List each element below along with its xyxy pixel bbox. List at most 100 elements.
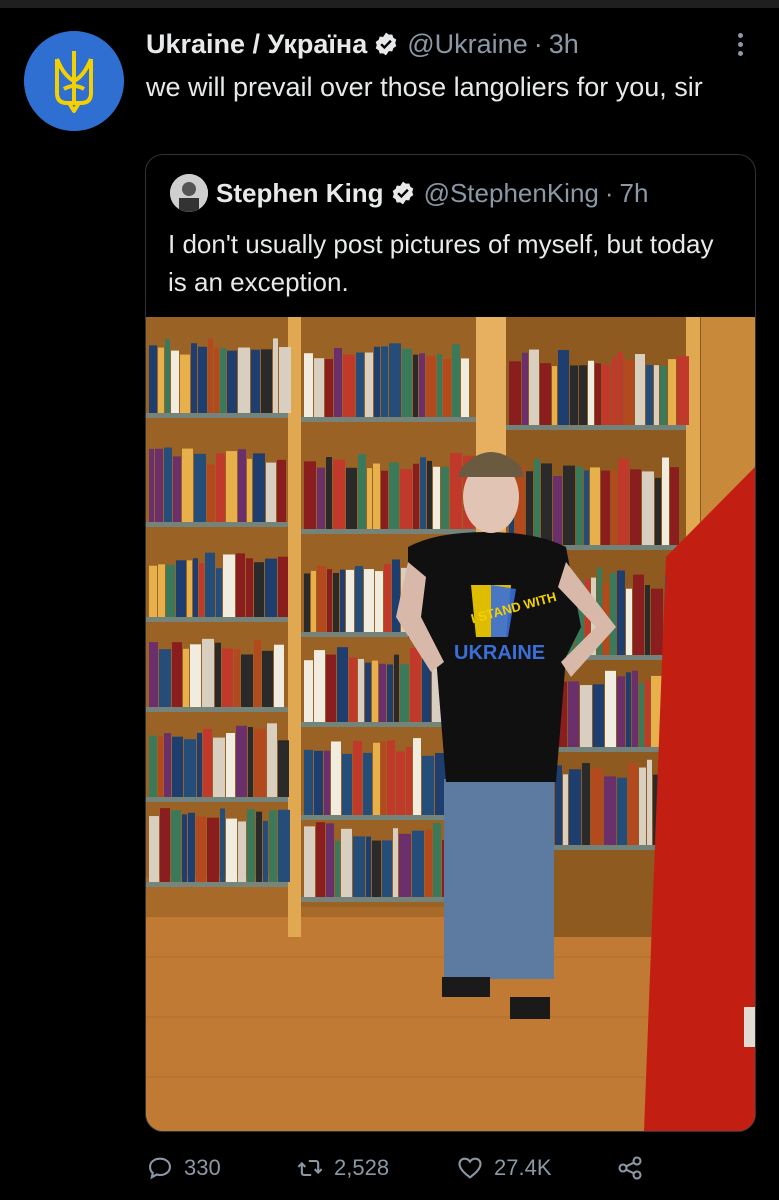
quoted-handle[interactable]: @StephenKing [424,178,599,209]
quoted-timestamp[interactable]: 7h [620,178,649,209]
quoted-display-name[interactable]: Stephen King [216,178,384,209]
book-spine [254,562,264,617]
book-spine [222,648,233,707]
book-spine [198,346,207,413]
book-spine [540,363,551,425]
book-spine [199,563,204,617]
book-spine [590,467,600,545]
book-spine [372,840,381,897]
book-spine [611,470,617,545]
timestamp[interactable]: 3h [549,29,579,60]
book-spine [355,566,363,632]
book-spine [588,360,594,425]
book-spine [278,556,288,617]
like-button[interactable]: 27.4K [456,1154,616,1182]
book-spine [618,458,629,545]
book-spine [343,354,355,417]
book-spine [274,644,284,707]
book-spine [624,359,634,425]
share-button[interactable] [616,1154,654,1182]
reply-button[interactable]: 330 [146,1154,296,1182]
book-spine [158,736,163,797]
book-spine [304,461,316,529]
book-spine [358,658,364,722]
handle[interactable]: @Ukraine [407,29,527,60]
book-spine [340,569,345,632]
book-spine [317,467,325,529]
book-spine [381,741,386,815]
quoted-photo[interactable]: I STAND WITH UKRAINE [146,317,755,1131]
book-spine [372,660,378,722]
book-spine [591,768,603,845]
more-options-icon[interactable] [730,30,750,58]
book-spine [304,660,313,722]
book-spine [433,466,440,529]
stephen-king-avatar [170,174,208,212]
book-spine [317,565,326,632]
book-spine [341,828,352,897]
book-spine [149,565,157,617]
book-spine [406,746,412,815]
book-spine [246,558,253,617]
book-spine [256,811,262,882]
book-spine [410,647,421,722]
book-spine [413,463,419,529]
book-spine [208,338,213,413]
book-spine [605,670,616,747]
book-spine [262,650,273,707]
book-spine [159,649,171,707]
book-spine [149,448,154,522]
book-spine [155,448,163,522]
retweet-button[interactable]: 2,528 [296,1154,456,1182]
book-spine [215,642,221,707]
book-spine [602,364,611,425]
book-spine [164,733,171,797]
book-spine [374,346,380,417]
book-spine [529,349,539,425]
book-spine [172,642,182,707]
book-spine [526,471,533,545]
book-spine [379,663,386,722]
book-spine [216,453,225,522]
book-spine [642,471,654,545]
book-spine [269,810,277,882]
book-spine [647,759,652,845]
book-spine [325,359,333,417]
book-spine [248,727,253,797]
book-spine [183,648,189,707]
book-spine [584,470,589,545]
book-spine [626,672,631,747]
book-spine [645,680,650,747]
book-spine [425,829,432,897]
book-spine [364,569,374,632]
book-spine [387,664,393,722]
quoted-tweet[interactable]: Stephen King @StephenKing · 7h I don't u… [145,154,756,1132]
book-spine [387,740,395,815]
book-spine [461,358,469,417]
book-spine [333,459,345,529]
book-spine [441,466,449,529]
book-spine [375,571,383,632]
book-spine [335,840,340,897]
book-spine [563,774,568,845]
book-spine [188,812,195,882]
book-spine [604,776,616,845]
book-spine [223,554,235,617]
ukraine-avatar[interactable] [24,31,124,131]
book-spine [220,808,225,882]
book-spine [333,572,339,632]
book-spine [324,750,330,815]
book-spine [266,462,276,522]
book-spine [353,836,365,897]
book-spine [400,664,409,722]
display-name[interactable]: Ukraine / Україна [146,29,367,60]
book-spine [173,456,181,522]
tweet-text: we will prevail over those langoliers fo… [146,72,703,102]
book-spine [522,352,528,425]
book-spine [389,343,401,417]
book-spine [670,467,679,545]
book-spine [534,458,540,545]
book-spine [393,828,398,897]
book-spine [553,476,562,545]
book-spine [254,728,266,797]
